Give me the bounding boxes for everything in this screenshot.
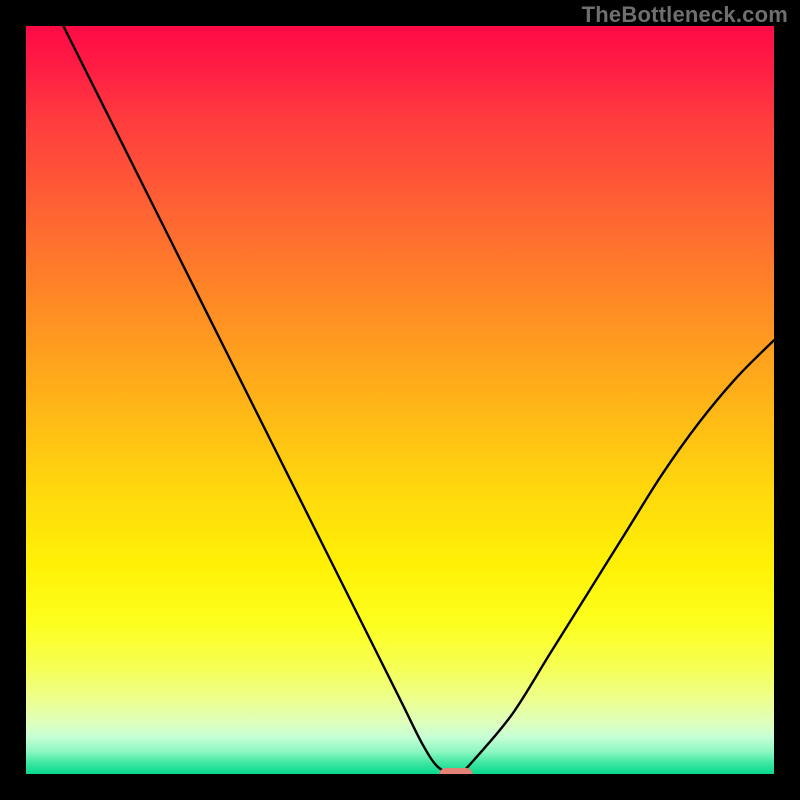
plot-area	[26, 26, 774, 774]
bottleneck-curve	[26, 26, 774, 774]
chart-frame: TheBottleneck.com	[0, 0, 800, 800]
watermark-text: TheBottleneck.com	[582, 2, 788, 28]
optimal-marker	[439, 768, 473, 774]
